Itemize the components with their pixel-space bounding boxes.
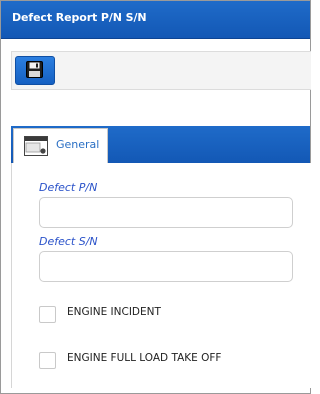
window-title: Defect Report P/N S/N [12,11,147,24]
general-panel: Defect P/N Defect S/N ENGINE INCIDENT EN… [11,163,311,388]
defect-pn-input[interactable] [39,197,293,228]
tab-general[interactable]: General [13,128,108,165]
engine-incident-checkbox[interactable] [39,306,56,323]
defect-sn-label: Defect S/N [39,235,98,248]
defect-sn-input[interactable] [39,251,293,282]
window-icon [24,136,48,156]
tab-general-label: General [56,138,100,151]
engine-incident-label: ENGINE INCIDENT [67,306,161,318]
defect-pn-label: Defect P/N [39,181,98,194]
tab-bar: General [11,126,310,165]
dialog-window: Defect Report P/N S/N General Defect P/N [0,0,311,394]
engine-full-load-takeoff-label: ENGINE FULL LOAD TAKE OFF [67,352,222,364]
toolbar [11,51,311,90]
floppy-disk-icon [26,61,43,78]
save-button[interactable] [15,56,55,85]
title-bar: Defect Report P/N S/N [1,1,310,39]
engine-full-load-takeoff-checkbox[interactable] [39,352,56,369]
